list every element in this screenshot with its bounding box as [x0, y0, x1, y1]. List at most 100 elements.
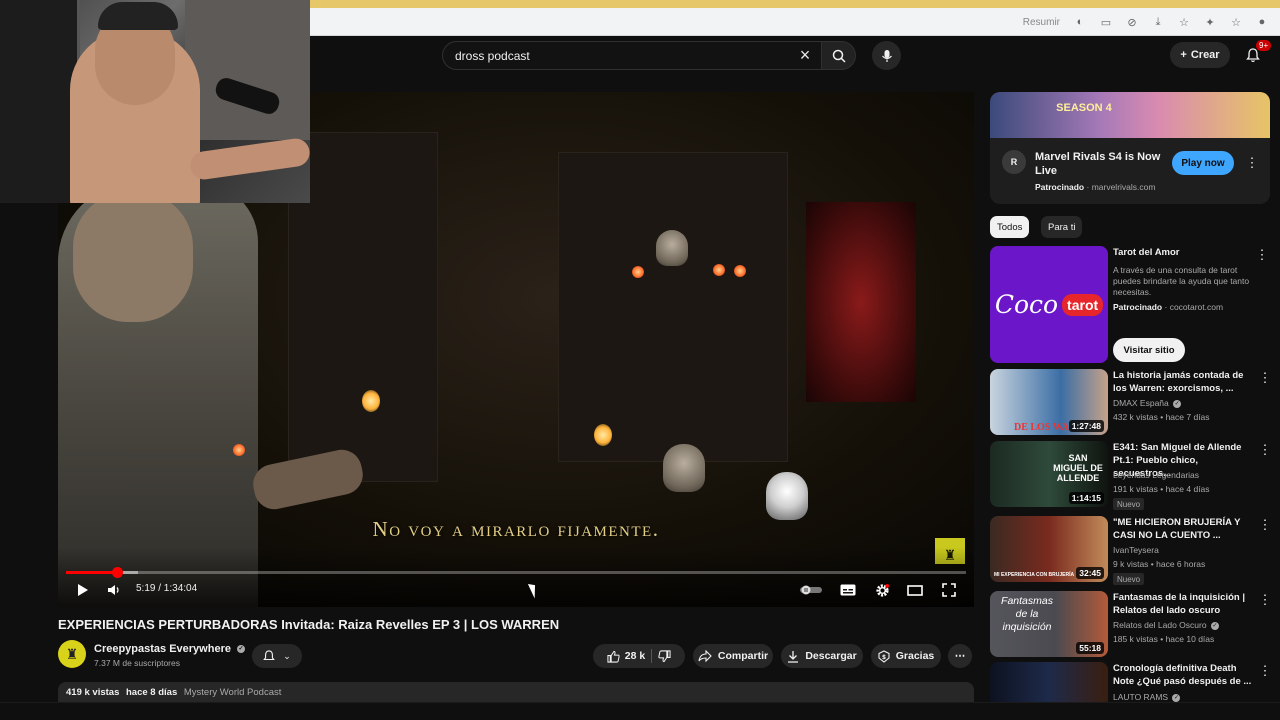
chip-todos[interactable]: Todos [990, 216, 1030, 238]
related-menu-icon[interactable]: ⋮ [1259, 369, 1272, 387]
progress-bar[interactable] [66, 567, 966, 578]
candle-light [632, 266, 644, 278]
browser-toolbar-icons: Resumir ◐ ▭ ⊘ ⤓ ☆ ✦ ☆ ● [1023, 12, 1268, 32]
woman-face [73, 192, 193, 322]
related-thumbnail-4[interactable] [990, 662, 1108, 702]
settings-button[interactable] [872, 580, 892, 600]
related-channel-name-0[interactable]: DMAX España [1113, 398, 1169, 408]
translate-icon[interactable]: ◐ [1074, 16, 1086, 28]
download-icon[interactable]: ⤓ [1152, 16, 1164, 28]
related-menu-icon[interactable]: ⋮ [1259, 441, 1272, 459]
fullscreen-button[interactable] [938, 580, 960, 600]
description-tag[interactable]: Mystery World Podcast [184, 687, 282, 698]
related-meta-0: 432 k vistas • hace 7 días [1113, 412, 1210, 422]
related-channel-1[interactable]: Leyendas Legendarias [1113, 470, 1199, 481]
like-button[interactable]: 28 k [607, 650, 645, 663]
thumbs-down-icon [658, 649, 671, 662]
theater-mode-button[interactable] [904, 580, 926, 600]
related-channel-name-3[interactable]: Relatos del Lado Oscuro [1113, 620, 1207, 630]
webcam-overlay [0, 0, 310, 203]
tarot-ad-thumbnail[interactable]: Coco tarot [990, 246, 1108, 363]
channel-avatar[interactable]: ♜ [58, 640, 86, 668]
notification-badge: 9+ [1256, 40, 1272, 51]
related-thumbnail-1[interactable]: SAN MIGUEL DE ALLENDE 1:14:15 [990, 441, 1108, 507]
subtitles-button[interactable] [838, 580, 858, 600]
channel-name-row[interactable]: Creepypastas Everywhere ✓ [94, 643, 245, 655]
duration-badge-2: 32:45 [1076, 567, 1104, 579]
tarot-menu-icon[interactable]: ⋮ [1256, 246, 1269, 264]
tarot-ad-title[interactable]: Tarot del Amor [1113, 246, 1255, 259]
related-title-2[interactable]: "ME HICIERON BRUJERÍA Y CASI NO LA CUENT… [1113, 516, 1255, 542]
extensions-icon[interactable]: ✦ [1204, 16, 1216, 29]
ad-banner-image[interactable]: SEASON 4 [990, 92, 1270, 138]
related-title-3[interactable]: Fantasmas de la inquisición | Relatos de… [1113, 591, 1255, 617]
tarot-domain: cocotarot.com [1169, 302, 1224, 312]
chip-para-ti[interactable]: Para ti [1041, 216, 1083, 238]
candle-light [233, 444, 245, 456]
progress-scrubber[interactable] [111, 567, 123, 578]
profile-icon[interactable]: ● [1256, 16, 1268, 28]
search-button[interactable] [822, 41, 856, 70]
tarot-thumb-word2: tarot [1062, 293, 1104, 316]
related-menu-icon[interactable]: ⋮ [1259, 516, 1272, 534]
duration-badge-1: 1:14:15 [1068, 492, 1104, 504]
bottom-edge [0, 702, 1280, 720]
thumb-text-0: DE LOS WA [1014, 422, 1069, 433]
related-thumbnail-2[interactable]: MI EXPERIENCIA CON BRUJERÍA 32:45 [990, 516, 1108, 582]
clear-search-icon[interactable]: × [794, 44, 816, 66]
subscriber-count: 7.37 M de suscriptores [94, 658, 180, 668]
related-channel-4: LAUTO RAMS ✓ [1113, 692, 1181, 703]
play-now-button[interactable]: Play now [1172, 151, 1234, 175]
like-dislike-group: 28 k [593, 644, 685, 668]
chevron-down-icon: ⌄ [283, 650, 291, 661]
download-button[interactable]: Descargar [781, 644, 863, 668]
sponsored-ad-card[interactable]: SEASON 4 R Marvel Rivals S4 is Now Live … [990, 92, 1270, 204]
upload-age: hace 8 días [126, 687, 178, 698]
ad-menu-icon[interactable]: ⋮ [1246, 154, 1259, 172]
time-display: 5:19 / 1:34:04 [136, 583, 198, 594]
video-subtitle: No voy a mirarlo fijamente. [372, 517, 660, 541]
glowing-skull [766, 472, 808, 520]
play-button[interactable] [72, 580, 94, 600]
share-button[interactable]: Compartir [693, 644, 773, 668]
verified-icon: ✓ [1173, 399, 1182, 408]
gear-icon [875, 583, 889, 597]
related-thumbnail-0[interactable]: DE LOS WA 1:27:48 [990, 369, 1108, 435]
star-icon[interactable]: ☆ [1178, 16, 1190, 29]
related-thumbnail-3[interactable]: Fantasmas de la inquisición 55:18 [990, 591, 1108, 657]
screen-icon[interactable]: ▭ [1100, 16, 1112, 29]
ad-meta: Patrocinado · marvelrivals.com [1035, 182, 1156, 192]
related-title-4[interactable]: Cronología definitiva Death Note ¿Qué pa… [1113, 662, 1255, 688]
subtitles-icon [840, 584, 856, 596]
subscribed-notifications-button[interactable]: ⌄ [252, 644, 302, 668]
ad-logo[interactable]: R [1002, 150, 1026, 174]
visit-site-button[interactable]: Visitar sitio [1113, 338, 1185, 362]
eye-off-icon[interactable]: ⊘ [1126, 16, 1138, 29]
more-actions-button[interactable]: ⋯ [948, 644, 972, 668]
channel-name[interactable]: Creepypastas Everywhere [94, 643, 231, 655]
search-input[interactable]: dross podcast [442, 41, 822, 70]
related-title-0[interactable]: La historia jamás contada de los Warren:… [1113, 369, 1255, 395]
related-menu-icon[interactable]: ⋮ [1259, 662, 1272, 680]
candle-light [713, 264, 725, 276]
resume-button[interactable]: Resumir [1023, 17, 1060, 28]
candle-light [734, 265, 746, 277]
tarot-ad-description: A través de una consulta de tarot puedes… [1113, 265, 1250, 297]
bookmark-icon[interactable]: ☆ [1230, 16, 1242, 29]
dislike-button[interactable] [658, 649, 671, 663]
ad-title[interactable]: Marvel Rivals S4 is Now Live [1035, 150, 1165, 178]
related-channel-name-4[interactable]: LAUTO RAMS [1113, 692, 1168, 702]
controls-gradient [58, 547, 974, 607]
thanks-button[interactable]: $ Gracias [871, 644, 941, 668]
related-menu-icon[interactable]: ⋮ [1259, 591, 1272, 609]
related-channel-2[interactable]: IvanTeysera [1113, 545, 1159, 556]
thanks-icon: $ [878, 649, 890, 663]
red-shelf [806, 202, 916, 402]
voice-search-button[interactable] [872, 41, 901, 70]
create-button[interactable]: + Crear [1170, 42, 1230, 68]
ad-domain: marvelrivals.com [1091, 182, 1156, 192]
volume-button[interactable] [104, 580, 124, 600]
search-icon [832, 49, 846, 63]
autoplay-toggle[interactable] [798, 580, 824, 600]
skull-figure [656, 230, 688, 266]
